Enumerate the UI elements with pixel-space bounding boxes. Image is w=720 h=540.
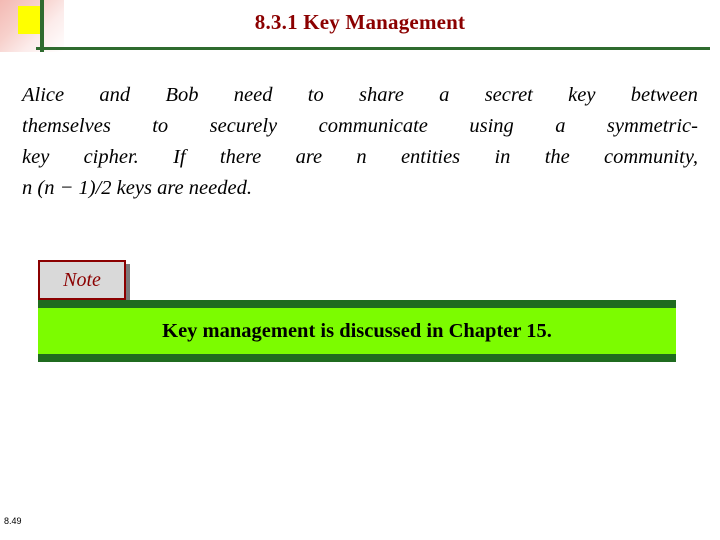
slide-number: 8.49 — [4, 516, 22, 526]
note-callout: Key management is discussed in Chapter 1… — [38, 300, 676, 362]
note-tab-label: Note — [63, 268, 101, 291]
note-top-bar — [38, 300, 676, 308]
body-line-1: Alice and Bob need to share a secret key… — [22, 84, 698, 106]
slide-body-text: Alice and Bob need to share a secret key… — [22, 80, 698, 204]
body-line-3: key cipher. If there are n entities in t… — [22, 146, 698, 168]
note-text: Key management is discussed in Chapter 1… — [162, 319, 552, 342]
title-underline-rule — [36, 47, 710, 50]
note-bottom-bar — [38, 354, 676, 362]
slide-title: 8.3.1 Key Management — [254, 10, 466, 34]
body-line-4: n (n − 1)/2 keys are needed. — [22, 177, 252, 199]
note-tab: Note — [38, 260, 126, 300]
body-line-2: themselves to securely communicate using… — [22, 115, 698, 137]
note-content-band: Key management is discussed in Chapter 1… — [38, 308, 676, 354]
